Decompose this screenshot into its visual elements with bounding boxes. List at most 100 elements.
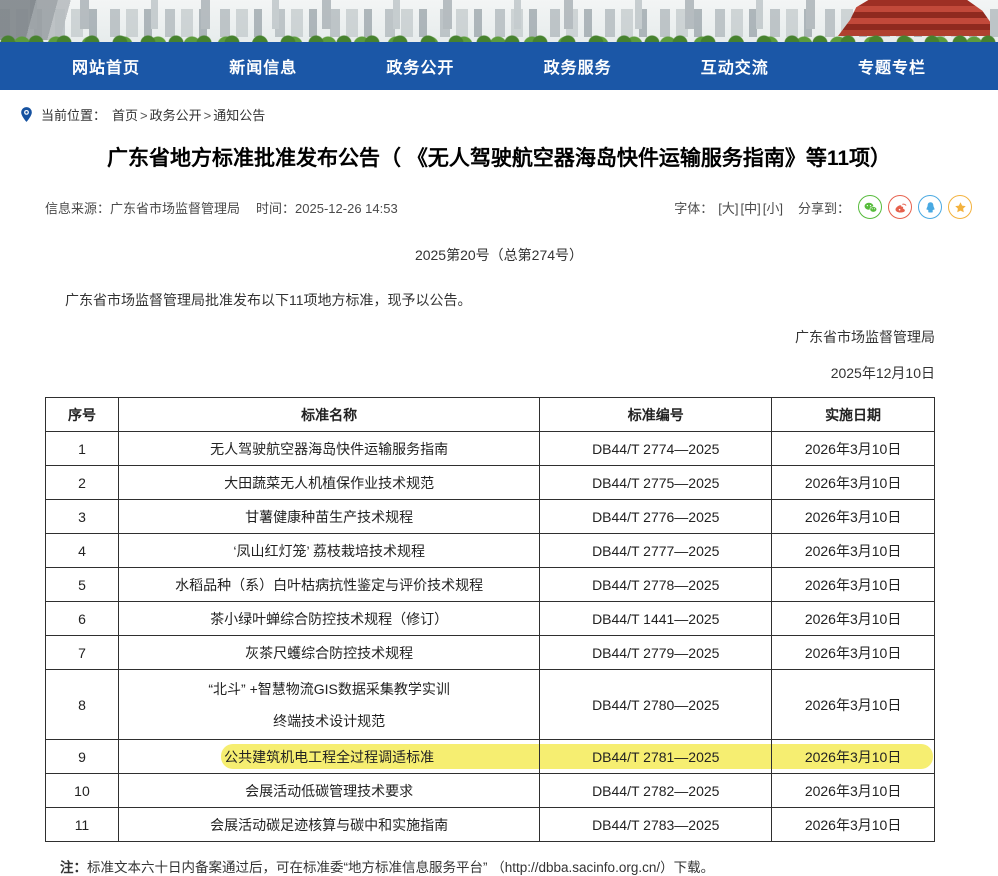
cell-implementation-date: 2026年3月10日 [772, 670, 935, 740]
cell-standard-name: 会展活动碳足迹核算与碳中和实施指南 [118, 808, 539, 842]
cell-standard-code: DB44/T 2779—2025 [540, 636, 772, 670]
nav-item-6[interactable]: 专题专栏 [858, 54, 926, 78]
cell-standard-code: DB44/T 2774—2025 [540, 432, 772, 466]
cell-implementation-date: 2026年3月10日 [772, 500, 935, 534]
cell-standard-code: DB44/T 2778—2025 [540, 568, 772, 602]
cell-seq: 2 [46, 466, 119, 500]
cell-standard-name: 甘薯健康种苗生产技术规程 [118, 500, 539, 534]
table-row: 7灰茶尺蠖综合防控技术规程DB44/T 2779—20252026年3月10日 [46, 636, 935, 670]
font-size-label: 字体： [674, 198, 713, 217]
cell-standard-code: DB44/T 2780—2025 [540, 670, 772, 740]
cell-seq: 7 [46, 636, 119, 670]
table-row: 2大田蔬菜无人机植保作业技术规范DB44/T 2775—20252026年3月1… [46, 466, 935, 500]
cell-seq: 9 [46, 740, 119, 774]
cell-standard-name: 灰茶尺蠖综合防控技术规程 [118, 636, 539, 670]
cell-standard-code: DB44/T 2781—2025 [540, 740, 772, 774]
cell-implementation-date: 2026年3月10日 [772, 740, 935, 774]
cell-implementation-date: 2026年3月10日 [772, 602, 935, 636]
table-row: 9公共建筑机电工程全过程调适标准DB44/T 2781—20252026年3月1… [46, 740, 935, 774]
cell-seq: 6 [46, 602, 119, 636]
share-label: 分享到： [798, 198, 850, 217]
cell-implementation-date: 2026年3月10日 [772, 774, 935, 808]
cell-standard-name: 水稻品种（系）白叶枯病抗性鉴定与评价技术规程 [118, 568, 539, 602]
page: 网站首页新闻信息政务公开政务服务互动交流专题专栏 当前位置： 首页>政务公开>通… [0, 0, 998, 862]
location-pin-icon [18, 106, 35, 123]
cell-implementation-date: 2026年3月10日 [772, 808, 935, 842]
table-row: 4‘凤山红灯笼’ 荔枝栽培技术规程DB44/T 2777—20252026年3月… [46, 534, 935, 568]
cell-standard-code: DB44/T 2777—2025 [540, 534, 772, 568]
breadcrumb: 当前位置： 首页>政务公开>通知公告 [0, 90, 998, 124]
table-row: 6茶小绿叶蝉综合防控技术规程（修订）DB44/T 1441—20252026年3… [46, 602, 935, 636]
cell-seq: 5 [46, 568, 119, 602]
table-header-cell-4: 实施日期 [772, 398, 935, 432]
cell-standard-code: DB44/T 1441—2025 [540, 602, 772, 636]
footnote-label: 注： [60, 860, 87, 875]
table-row: 10会展活动低碳管理技术要求DB44/T 2782—20252026年3月10日 [46, 774, 935, 808]
cell-seq: 11 [46, 808, 119, 842]
cell-standard-code: DB44/T 2776—2025 [540, 500, 772, 534]
cell-seq: 8 [46, 670, 119, 740]
cell-standard-name: 无人驾驶航空器海岛快件运输服务指南 [118, 432, 539, 466]
cell-implementation-date: 2026年3月10日 [772, 568, 935, 602]
article-meta-right: 字体： [大][中][小] 分享到： [674, 195, 972, 219]
standards-table-wrap: 序号标准名称标准编号实施日期 1无人驾驶航空器海岛快件运输服务指南DB44/T … [45, 397, 935, 842]
cell-standard-code: DB44/T 2782—2025 [540, 774, 772, 808]
cell-standard-code: DB44/T 2775—2025 [540, 466, 772, 500]
table-row: 3甘薯健康种苗生产技术规程DB44/T 2776—20252026年3月10日 [46, 500, 935, 534]
cell-seq: 3 [46, 500, 119, 534]
standards-table: 序号标准名称标准编号实施日期 1无人驾驶航空器海岛快件运输服务指南DB44/T … [45, 397, 935, 842]
footnote: 注：标准文本六十日内备案通过后，可在标准委“地方标准信息服务平台” （http:… [60, 856, 998, 876]
font-size-option-2[interactable]: [中] [741, 201, 761, 216]
cell-standard-name: “北斗” +智慧物流GIS数据采集教学实训 终端技术设计规范 [118, 670, 539, 740]
breadcrumb-label: 当前位置： [41, 105, 106, 124]
article-meta: 信息来源：广东省市场监督管理局 时间：2025-12-26 14:53 字体： [… [45, 195, 972, 219]
breadcrumb-link-2[interactable]: 政务公开 [150, 108, 202, 123]
issuer-name: 广东省市场监督管理局 [0, 327, 935, 347]
cell-seq: 1 [46, 432, 119, 466]
nav-item-5[interactable]: 互动交流 [701, 54, 769, 78]
cell-standard-code: DB44/T 2783—2025 [540, 808, 772, 842]
font-size-options: [大][中][小] [717, 198, 784, 217]
qzone-star-icon[interactable] [948, 195, 972, 219]
doc-number: 2025第20号（总第274号） [0, 245, 998, 265]
table-header-row: 序号标准名称标准编号实施日期 [46, 398, 935, 432]
source-value: 广东省市场监督管理局 [110, 201, 240, 216]
share-icons [858, 195, 972, 219]
font-size-option-1[interactable]: [大] [718, 201, 738, 216]
cell-standard-name: 公共建筑机电工程全过程调适标准 [118, 740, 539, 774]
wechat-icon[interactable] [858, 195, 882, 219]
cell-seq: 10 [46, 774, 119, 808]
time-label: 时间： [256, 201, 295, 216]
cell-implementation-date: 2026年3月10日 [772, 432, 935, 466]
banner-trees [0, 28, 998, 42]
nav-item-2[interactable]: 新闻信息 [229, 54, 297, 78]
time-value: 2025-12-26 14:53 [295, 201, 398, 216]
table-row: 11会展活动碳足迹核算与碳中和实施指南DB44/T 2783—20252026年… [46, 808, 935, 842]
weibo-icon[interactable] [888, 195, 912, 219]
table-header-cell-1: 序号 [46, 398, 119, 432]
cell-implementation-date: 2026年3月10日 [772, 466, 935, 500]
nav-item-3[interactable]: 政务公开 [386, 54, 454, 78]
cell-standard-name: 大田蔬菜无人机植保作业技术规范 [118, 466, 539, 500]
source-label: 信息来源： [45, 201, 110, 216]
table-row: 8“北斗” +智慧物流GIS数据采集教学实训 终端技术设计规范DB44/T 27… [46, 670, 935, 740]
table-row: 1无人驾驶航空器海岛快件运输服务指南DB44/T 2774—20252026年3… [46, 432, 935, 466]
cell-seq: 4 [46, 534, 119, 568]
page-title: 广东省地方标准批准发布公告（ 《无人驾驶航空器海岛快件运输服务指南》等11项） [40, 145, 958, 173]
nav-item-1[interactable]: 网站首页 [72, 54, 140, 78]
font-size-option-3[interactable]: [小] [763, 201, 783, 216]
footnote-text: 标准文本六十日内备案通过后，可在标准委“地方标准信息服务平台” （http://… [87, 860, 714, 875]
table-body: 1无人驾驶航空器海岛快件运输服务指南DB44/T 2774—20252026年3… [46, 432, 935, 842]
table-header-cell-2: 标准名称 [118, 398, 539, 432]
nav-item-4[interactable]: 政务服务 [544, 54, 612, 78]
cell-implementation-date: 2026年3月10日 [772, 636, 935, 670]
breadcrumb-separator: > [204, 108, 212, 123]
breadcrumb-links: 首页>政务公开>通知公告 [112, 105, 265, 124]
qq-icon[interactable] [918, 195, 942, 219]
table-row: 5水稻品种（系）白叶枯病抗性鉴定与评价技术规程DB44/T 2778—20252… [46, 568, 935, 602]
cell-standard-name: ‘凤山红灯笼’ 荔枝栽培技术规程 [118, 534, 539, 568]
header-banner-image [0, 0, 998, 42]
cell-standard-name: 茶小绿叶蝉综合防控技术规程（修订） [118, 602, 539, 636]
breadcrumb-link-1[interactable]: 首页 [112, 108, 138, 123]
breadcrumb-link-3[interactable]: 通知公告 [213, 108, 265, 123]
